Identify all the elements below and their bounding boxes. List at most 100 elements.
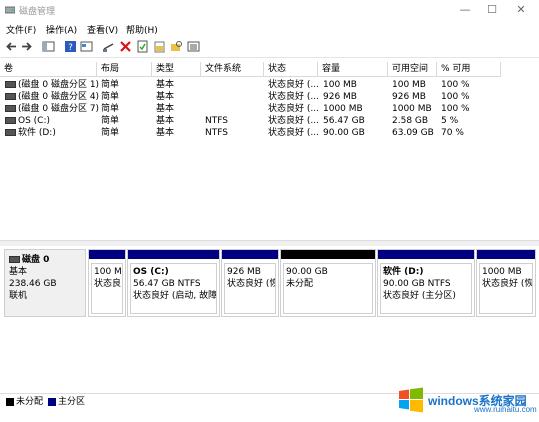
type-cell: 基本	[156, 92, 175, 102]
column-header-percent-free[interactable]: % 可用	[437, 62, 501, 77]
percent-free-cell: 100 %	[441, 104, 470, 114]
table-row[interactable]: (磁盘 0 磁盘分区 1) 简单 基本 状态良好 (... 100 MB 100…	[0, 79, 539, 91]
partition-block[interactable]: 926 MB 状态良好 (恢	[221, 249, 279, 317]
primary-swatch	[48, 397, 56, 406]
partition-block[interactable]: 软件 (D:) 90.00 GB NTFS 状态良好 (主分区)	[377, 249, 475, 317]
disk-management-icon	[5, 6, 15, 14]
svg-text:?: ?	[68, 43, 73, 53]
windows-logo-icon	[399, 387, 423, 413]
volume-name: OS (C:)	[18, 116, 50, 126]
console-tree-icon[interactable]	[42, 40, 55, 53]
menu-file[interactable]: 文件(F)	[6, 23, 36, 36]
menu-action[interactable]: 操作(A)	[46, 23, 77, 36]
partition-status: 状态良好 (恢	[227, 279, 276, 289]
column-header-status[interactable]: 状态	[264, 62, 318, 77]
partition-status: 未分配	[286, 279, 314, 289]
layout-cell: 简单	[101, 92, 120, 102]
view-list-icon[interactable]	[187, 40, 200, 53]
partition-bar	[477, 250, 535, 259]
type-cell: 基本	[156, 104, 175, 114]
new-folder-icon[interactable]	[153, 40, 166, 53]
disk-info-panel[interactable]: 磁盘 0 基本 238.46 GB 联机	[4, 249, 86, 317]
table-row[interactable]: (磁盘 0 磁盘分区 7) 简单 基本 状态良好 (... 1000 MB 10…	[0, 103, 539, 115]
partition-body: 软件 (D:) 90.00 GB NTFS 状态良好 (主分区)	[380, 263, 472, 314]
free-space-cell: 100 MB	[392, 80, 426, 90]
legend-primary: 主分区	[48, 397, 85, 407]
free-space-cell: 2.58 GB	[392, 116, 429, 126]
folder-search-icon[interactable]	[170, 40, 183, 53]
partition-bar	[281, 250, 375, 259]
delete-icon[interactable]	[119, 40, 132, 53]
legend-unallocated: 未分配	[6, 397, 43, 407]
layout-cell: 简单	[101, 116, 120, 126]
maximize-button[interactable]: ☐	[478, 2, 506, 18]
table-row[interactable]: (磁盘 0 磁盘分区 4) 简单 基本 状态良好 (... 926 MB 926…	[0, 91, 539, 103]
free-space-cell: 926 MB	[392, 92, 426, 102]
percent-free-cell: 5 %	[441, 116, 459, 126]
percent-free-cell: 70 %	[441, 128, 464, 138]
unallocated-swatch	[6, 397, 14, 406]
partition-size: 1000 MB	[482, 267, 522, 277]
free-space-cell: 63.09 GB	[392, 128, 434, 138]
capacity-cell: 90.00 GB	[323, 128, 365, 138]
partition-block[interactable]: 100 MI 状态良	[88, 249, 126, 317]
volume-icon	[5, 81, 16, 88]
column-header-volume[interactable]: 卷	[0, 62, 97, 77]
table-row[interactable]: OS (C:) 简单 基本 NTFS 状态良好 (... 56.47 GB 2.…	[0, 115, 539, 127]
capacity-cell: 56.47 GB	[323, 116, 365, 126]
unallocated-block[interactable]: 90.00 GB 未分配	[280, 249, 376, 317]
disk-type: 基本	[9, 267, 28, 277]
status-cell: 状态良好 (...	[268, 128, 318, 138]
partition-name: OS (C:)	[133, 267, 169, 277]
check-document-icon[interactable]	[136, 40, 149, 53]
layout-cell: 简单	[101, 104, 120, 114]
partition-status: 状态良好 (主分区)	[383, 291, 456, 301]
minimize-button[interactable]: —	[451, 2, 479, 18]
capacity-cell: 100 MB	[323, 80, 357, 90]
menu-help[interactable]: 帮助(H)	[126, 23, 158, 36]
volume-icon	[5, 117, 16, 124]
close-button[interactable]: ✕	[507, 2, 535, 18]
percent-free-cell: 100 %	[441, 80, 470, 90]
volume-icon	[5, 93, 16, 100]
partition-block[interactable]: OS (C:) 56.47 GB NTFS 状态良好 (启动, 故障转	[127, 249, 220, 317]
type-cell: 基本	[156, 116, 175, 126]
partition-name: 软件 (D:)	[383, 267, 424, 277]
status-cell: 状态良好 (...	[268, 104, 318, 114]
partition-size: 100 MI	[94, 267, 123, 277]
partition-bar	[128, 250, 219, 259]
title-bar: 磁盘管理 — ☐ ✕	[0, 0, 539, 20]
column-header-capacity[interactable]: 容量	[318, 62, 388, 77]
partition-body: 926 MB 状态良好 (恢	[224, 263, 276, 314]
table-row[interactable]: 软件 (D:) 简单 基本 NTFS 状态良好 (... 90.00 GB 63…	[0, 127, 539, 139]
menu-view[interactable]: 查看(V)	[87, 23, 118, 36]
help-icon[interactable]: ?	[64, 40, 77, 53]
properties-icon[interactable]	[80, 40, 93, 53]
partition-body: 1000 MB 状态良好 (恢	[479, 263, 533, 314]
filesystem-cell: NTFS	[205, 116, 228, 126]
partition-bar	[89, 250, 125, 259]
partition-status: 状态良好 (恢	[482, 279, 533, 289]
partition-body: 90.00 GB 未分配	[283, 263, 373, 314]
column-header-layout[interactable]: 布局	[97, 62, 152, 77]
column-header-type[interactable]: 类型	[152, 62, 201, 77]
disk-graphical-view: 磁盘 0 基本 238.46 GB 联机 100 MI 状态良 OS (C:) …	[0, 246, 539, 390]
status-cell: 状态良好 (...	[268, 80, 318, 90]
watermark-url: www.ruihaitu.com	[474, 405, 537, 414]
filesystem-cell: NTFS	[205, 128, 228, 138]
column-header-free-space[interactable]: 可用空间	[388, 62, 437, 77]
watermark: windows系统家园 www.ruihaitu.com	[390, 379, 537, 419]
volume-icon	[5, 105, 16, 112]
forward-arrow-icon[interactable]	[20, 40, 33, 53]
volume-name: (磁盘 0 磁盘分区 7)	[18, 104, 100, 114]
column-header-filesystem[interactable]: 文件系统	[201, 62, 264, 77]
back-arrow-icon[interactable]	[5, 40, 18, 53]
layout-cell: 简单	[101, 128, 120, 138]
menu-bar: 文件(F) 操作(A) 查看(V) 帮助(H)	[0, 20, 539, 37]
partition-block[interactable]: 1000 MB 状态良好 (恢	[476, 249, 536, 317]
partition-bar	[222, 250, 278, 259]
status-cell: 状态良好 (...	[268, 116, 318, 126]
free-space-cell: 1000 MB	[392, 104, 432, 114]
connect-icon[interactable]	[102, 40, 115, 53]
partition-body: 100 MI 状态良	[91, 263, 123, 314]
